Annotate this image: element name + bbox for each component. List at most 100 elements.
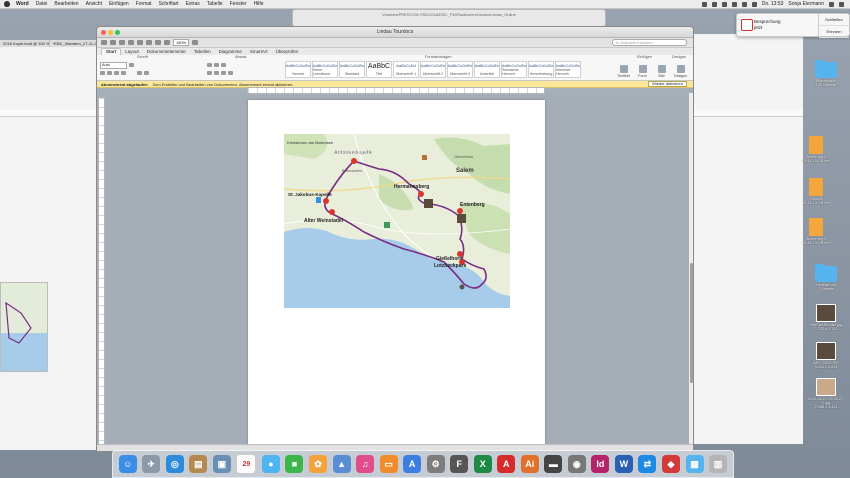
menu-schriftart[interactable]: Schriftart: [159, 1, 179, 7]
bild-button[interactable]: Bild: [653, 61, 670, 78]
menu-bearbeiten[interactable]: Bearbeiten: [54, 1, 78, 7]
search-input[interactable]: In Dokument suchen: [612, 39, 687, 46]
redo-icon[interactable]: [146, 40, 152, 45]
desktop-icon-sicherung-2[interactable]: Sicherung 2 09.11...5 GB frei: [796, 136, 836, 163]
map-marker-hermannsberg[interactable]: [418, 191, 424, 197]
vertical-ruler[interactable]: [98, 97, 105, 449]
desktop-icon-photo-2012[interactable]: 2012-06-17 09.36.27-2.jpg 2.088 x 3.411: [806, 378, 846, 409]
notification-close-button[interactable]: Schließen: [819, 14, 849, 26]
dock-preview-icon[interactable]: ▣: [212, 455, 231, 473]
dock-safari-icon[interactable]: ◎: [165, 455, 184, 473]
desktop-icon-sonnlit[interactable]: Sonnlit 30.11...3 GB frei: [796, 178, 836, 205]
style-titel[interactable]: AaBbC Titel: [366, 61, 392, 78]
menu-einfuegen[interactable]: Einfügen: [109, 1, 129, 7]
spotlight-icon[interactable]: [829, 1, 834, 7]
textfeld-button[interactable]: Textfeld: [615, 61, 632, 78]
volume-icon[interactable]: [741, 1, 747, 7]
style-hervorhebung[interactable]: AaBbCcDdEe Hervorhebung: [528, 61, 554, 78]
dock-notes-app-icon[interactable]: ▤: [189, 455, 208, 473]
show-hide-icon[interactable]: [164, 40, 170, 45]
style-normal[interactable]: AaBbCcDdEe Normal: [285, 61, 311, 78]
background-window-finder[interactable]: Volumes/PRESCOM SSD/2018/EBC_FW/Radtoure…: [292, 9, 606, 27]
wifi-icon[interactable]: [731, 1, 737, 7]
style-ueberschrift-1[interactable]: AaBbCcDd Überschrift 1: [393, 61, 419, 78]
desktop-icon-faltsizerender[interactable]: FaltSizeRender.jpg 2.732 x 2.732: [806, 304, 846, 331]
align-left-icon[interactable]: [207, 71, 212, 75]
font-name-field[interactable]: Arial: [100, 62, 127, 69]
style-ueberschrift-2[interactable]: AaBbCcDdEe Überschrift 2: [420, 61, 446, 78]
style-intensive-hervorhebung[interactable]: AaBbCcDdEe Intensive Hervorh.: [555, 61, 581, 78]
background-window-indesign[interactable]: 2018 Kopie.indd @ 100 % *EBC_Wandern_27-…: [0, 40, 101, 450]
battery-icon[interactable]: [751, 1, 757, 7]
menu-format[interactable]: Format: [136, 1, 152, 7]
font-color-icon[interactable]: [144, 71, 149, 75]
dock-downloads-folder-icon[interactable]: ▦: [685, 455, 704, 473]
dock-launchpad-icon[interactable]: ✈: [142, 455, 161, 473]
desktop-icon-img-2225[interactable]: IMG_2225.JPG 3.024 x 3.024: [806, 342, 846, 369]
dock-teamviewer-icon[interactable]: ⇄: [638, 455, 657, 473]
bg-tab-1[interactable]: 2018 Kopie.indd @ 100 %: [0, 40, 50, 47]
style-untertitel[interactable]: AaBbCcDdEe Untertitel: [474, 61, 500, 78]
align-right-icon[interactable]: [221, 71, 226, 75]
save-icon[interactable]: [119, 40, 125, 45]
dock-system-preferences-icon[interactable]: ⚙: [426, 455, 445, 473]
undo-icon[interactable]: [137, 40, 143, 45]
timemachine-icon[interactable]: [711, 1, 717, 7]
scroll-thumb[interactable]: [689, 263, 693, 383]
dock-illustrator-icon[interactable]: Ai: [520, 455, 539, 473]
tab-start[interactable]: Start: [101, 48, 122, 55]
italic-icon[interactable]: [107, 71, 112, 75]
desktop-icon-schreibtisch[interactable]: Schreibtisch 150 Objekte: [806, 60, 846, 87]
horizontal-ruler[interactable]: [247, 87, 545, 94]
map-marker-st-jakobus[interactable]: [323, 198, 329, 204]
dock-itunes-icon[interactable]: ♫: [356, 455, 375, 473]
document-canvas[interactable]: Kressbronn am Bodensee Antoniuskapelle B…: [105, 93, 689, 451]
style-schwache-hervorhebung[interactable]: AaBbCcDdEe Schwache Hervorh.: [501, 61, 527, 78]
menu-tabelle[interactable]: Tabelle: [207, 1, 223, 7]
bold-icon[interactable]: [100, 71, 105, 75]
multilevel-icon[interactable]: [221, 63, 226, 67]
bullets-icon[interactable]: [207, 63, 212, 67]
format-painter-icon[interactable]: [155, 40, 161, 45]
dock-word-icon[interactable]: W: [614, 455, 633, 473]
zoom-field[interactable]: 180%: [173, 39, 190, 46]
dock-messages-icon[interactable]: ●: [261, 455, 280, 473]
dock-ibooks-icon[interactable]: ▭: [379, 455, 398, 473]
dock-excel-icon[interactable]: X: [473, 455, 492, 473]
numbering-icon[interactable]: [214, 63, 219, 67]
menubar-clock[interactable]: Do. 13:53: [762, 1, 784, 7]
strikethrough-icon[interactable]: [121, 71, 126, 75]
menu-datei[interactable]: Datei: [36, 1, 48, 7]
bluetooth-icon[interactable]: [721, 1, 727, 7]
dock-indesign-icon[interactable]: Id: [591, 455, 610, 473]
menu-extras[interactable]: Extras: [186, 1, 200, 7]
new-doc-icon[interactable]: [101, 40, 107, 45]
notification[interactable]: Besprechung jetzt Schließen Erinnern: [736, 13, 850, 38]
dock-photos-icon[interactable]: ✿: [309, 455, 328, 473]
notification-snooze-button[interactable]: Erinnern: [819, 26, 849, 38]
dock-app-store-icon[interactable]: A: [403, 455, 422, 473]
dock-calendar-icon[interactable]: 29: [236, 454, 257, 474]
menu-hilfe[interactable]: Hilfe: [254, 1, 264, 7]
text-highlight-icon[interactable]: [137, 71, 142, 75]
menu-fenster[interactable]: Fenster: [230, 1, 247, 7]
font-size-field[interactable]: [129, 63, 134, 67]
help-icon[interactable]: [192, 40, 199, 45]
style-standard[interactable]: AaBbCcDdEe Standard: [339, 61, 365, 78]
dock-font-book-icon[interactable]: F: [450, 455, 469, 473]
reactivate-button[interactable]: Wieder aktivieren: [648, 81, 687, 87]
dock-finder-icon[interactable]: ☺: [118, 455, 137, 473]
title-bar[interactable]: Lindau Tourdocs: [97, 27, 693, 38]
align-center-icon[interactable]: [214, 71, 219, 75]
map-marker-entenberg[interactable]: [457, 208, 463, 214]
dock-keynote-icon[interactable]: ▲: [332, 455, 351, 473]
map-marker-alter-weinstadel[interactable]: [329, 209, 335, 215]
desktop-icon-hintergrund[interactable]: Hintergrund 7 Objekte: [806, 264, 846, 291]
bg-tab-2[interactable]: *EBC_Wandern_27-11-2...: [50, 40, 100, 47]
desktop-icon-sicherung-1[interactable]: Sicherung 1 30.11...3 GB frei: [796, 218, 836, 245]
designs-button[interactable]: Designs: [672, 61, 689, 78]
dropbox-icon[interactable]: [701, 1, 707, 7]
menubar-user[interactable]: Sonja Eiermann: [788, 1, 824, 7]
form-button[interactable]: Form: [634, 61, 651, 78]
dock-prescom-icon[interactable]: ◆: [661, 455, 680, 473]
